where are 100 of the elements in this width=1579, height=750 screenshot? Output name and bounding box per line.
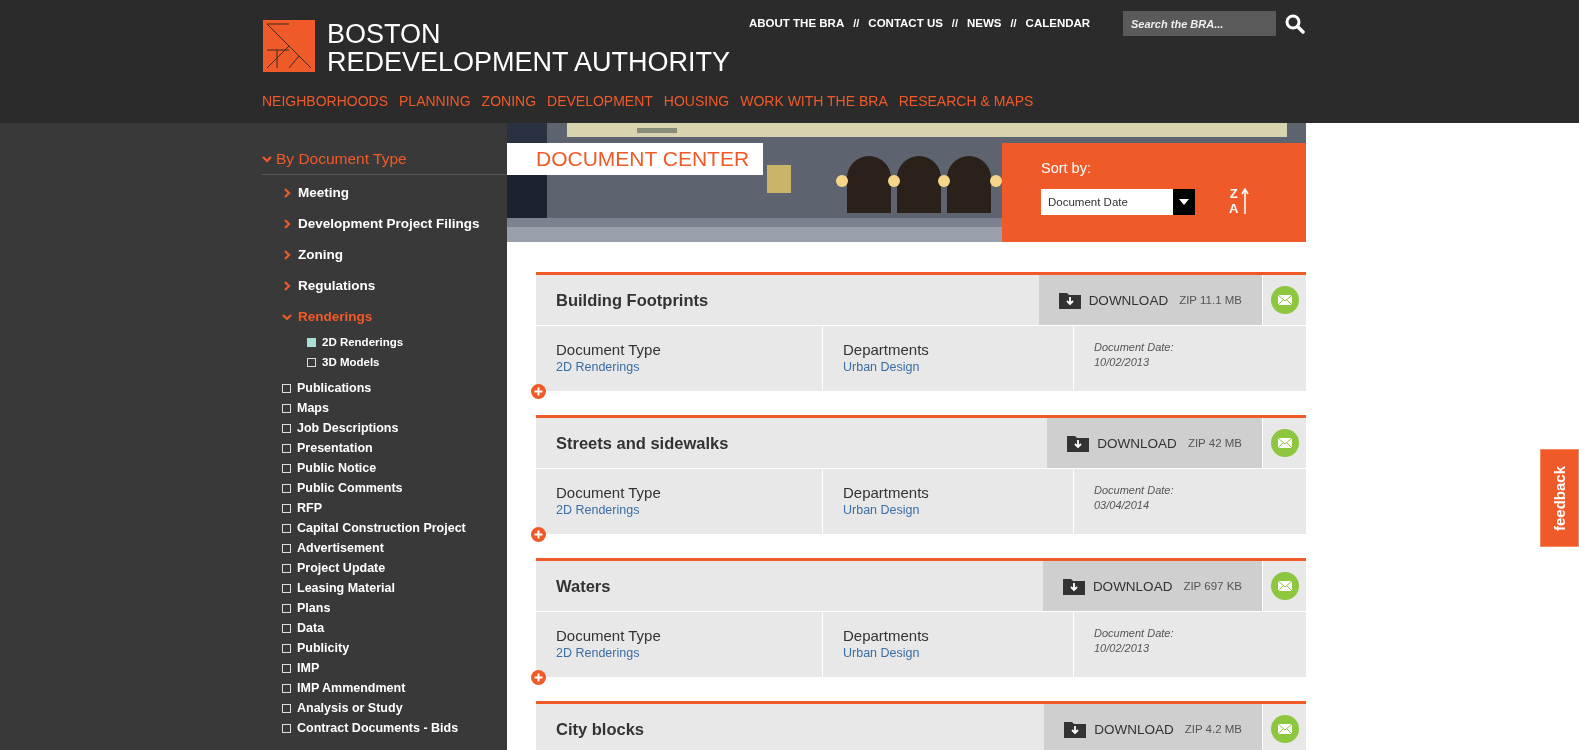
checkbox[interactable] — [282, 503, 291, 513]
nav-link[interactable]: HOUSING — [663, 93, 730, 109]
checkbox[interactable] — [282, 443, 291, 453]
download-button[interactable]: DOWNLOAD ZIP 11.1 MB — [1038, 275, 1262, 325]
chevron-icon — [282, 249, 292, 260]
document-date: 10/02/2013 — [1094, 642, 1151, 654]
filter-option[interactable]: Public Notice — [297, 461, 377, 475]
search-icon[interactable] — [1285, 14, 1305, 34]
checkbox[interactable] — [282, 603, 291, 613]
checkbox[interactable] — [282, 403, 291, 413]
detail-label: Document Type — [556, 484, 662, 501]
filter-option[interactable]: Leasing Material — [297, 581, 395, 595]
filter-option[interactable]: Capital Construction Project — [297, 521, 466, 535]
caret-icon — [1179, 199, 1189, 205]
filter-option[interactable]: IMP — [297, 661, 320, 675]
checkbox[interactable] — [282, 583, 291, 593]
filter-option[interactable]: Publicity — [297, 641, 350, 655]
download-button[interactable]: DOWNLOAD ZIP 697 KB — [1042, 561, 1262, 611]
date-label: Document Date: — [1094, 627, 1175, 639]
logo-text: REDEVELOPMENT AUTHORITY — [327, 48, 731, 76]
filter-option[interactable]: Analysis or Study — [297, 701, 403, 715]
filter-option[interactable]: 3D Models — [322, 356, 380, 368]
filter-option[interactable]: RFP — [297, 501, 322, 515]
folder-download-icon — [1067, 434, 1090, 452]
checkbox[interactable] — [282, 463, 291, 473]
document-date: 10/02/2013 — [1094, 356, 1151, 368]
nav-link[interactable]: DEVELOPMENT — [547, 93, 653, 109]
category-link[interactable]: Meeting — [298, 185, 349, 200]
document-title: Building Footprints — [556, 290, 709, 310]
detail-label: Document Type — [556, 341, 662, 358]
chevron-icon — [262, 154, 272, 164]
filter-option[interactable]: Public Comments — [297, 481, 403, 495]
detail-label: Departments — [843, 627, 930, 644]
detail-link[interactable]: Urban Design — [843, 360, 1053, 374]
checkbox[interactable] — [282, 483, 291, 493]
category-link[interactable]: Zoning — [298, 247, 343, 262]
filter-option[interactable]: IMP Ammendment — [297, 681, 406, 695]
expand-icon[interactable] — [531, 670, 546, 685]
top-link[interactable]: CONTACT US — [868, 17, 943, 29]
detail-link[interactable]: 2D Renderings — [556, 646, 802, 660]
document-date: 03/04/2014 — [1094, 499, 1151, 511]
detail-link[interactable]: Urban Design — [843, 646, 1053, 660]
filter-option[interactable]: 2D Renderings — [322, 336, 404, 348]
filter-option[interactable]: Presentation — [297, 441, 373, 455]
filter-option[interactable]: Advertisement — [297, 541, 384, 555]
filter-option[interactable]: Project Update — [297, 561, 386, 575]
filter-option[interactable]: Plans — [297, 601, 331, 615]
chevron-icon — [282, 187, 292, 198]
detail-link[interactable]: 2D Renderings — [556, 360, 802, 374]
checkbox[interactable] — [282, 623, 291, 633]
folder-download-icon — [1064, 720, 1087, 738]
checkbox[interactable] — [282, 683, 291, 693]
up-arrow-icon — [1241, 188, 1250, 214]
date-label: Document Date: — [1094, 484, 1175, 496]
nav-link[interactable]: RESEARCH & MAPS — [898, 93, 1034, 109]
sort-label: Sort by: — [1041, 160, 1091, 176]
envelope-icon — [1270, 286, 1299, 314]
download-button[interactable]: DOWNLOAD ZIP 4.2 MB — [1044, 704, 1262, 750]
page-title: DOCUMENT CENTER — [507, 143, 764, 175]
checkbox[interactable] — [307, 337, 316, 347]
category-link[interactable]: Regulations — [298, 278, 376, 293]
folder-download-icon — [1058, 291, 1081, 309]
detail-link[interactable]: 2D Renderings — [556, 503, 802, 517]
sort-dropdown[interactable]: Document Date — [1041, 189, 1195, 215]
nav-link[interactable]: PLANNING — [399, 93, 471, 109]
filter-option[interactable]: Job Descriptions — [297, 421, 399, 435]
category-link[interactable]: Development Project Filings — [298, 216, 480, 231]
link-separator: // — [1010, 17, 1017, 29]
checkbox[interactable] — [282, 703, 291, 713]
nav-link[interactable]: WORK WITH THE BRA — [740, 93, 888, 109]
top-link[interactable]: NEWS — [967, 17, 1002, 29]
logo-icon[interactable] — [263, 20, 315, 72]
top-link[interactable]: ABOUT THE BRA — [749, 17, 845, 29]
envelope-icon — [1270, 572, 1299, 600]
checkbox[interactable] — [282, 663, 291, 673]
chevron-icon — [282, 311, 292, 322]
filter-option[interactable]: Contract Documents - Bids — [297, 721, 459, 735]
checkbox[interactable] — [282, 543, 291, 553]
filter-option[interactable]: Publications — [297, 381, 372, 395]
search-field[interactable]: Search the BRA... — [1123, 11, 1276, 36]
checkbox[interactable] — [282, 643, 291, 653]
nav-link[interactable]: NEIGHBORHOODS — [262, 93, 388, 109]
envelope-icon — [1270, 429, 1299, 457]
checkbox[interactable] — [307, 357, 316, 367]
nav-link[interactable]: ZONING — [481, 93, 537, 109]
top-link[interactable]: CALENDAR — [1025, 17, 1091, 29]
checkbox[interactable] — [282, 723, 291, 733]
document-title: Waters — [556, 576, 611, 596]
checkbox[interactable] — [282, 563, 291, 573]
checkbox[interactable] — [282, 383, 291, 393]
filter-option[interactable]: Maps — [297, 401, 329, 415]
detail-link[interactable]: Urban Design — [843, 503, 1053, 517]
expand-icon[interactable] — [531, 527, 546, 542]
expand-icon[interactable] — [531, 384, 546, 399]
filter-option[interactable]: Data — [297, 621, 325, 635]
document-title: City blocks — [556, 719, 645, 739]
download-button[interactable]: DOWNLOAD ZIP 42 MB — [1047, 418, 1262, 468]
checkbox[interactable] — [282, 423, 291, 433]
detail-label: Document Type — [556, 627, 662, 644]
checkbox[interactable] — [282, 523, 291, 533]
